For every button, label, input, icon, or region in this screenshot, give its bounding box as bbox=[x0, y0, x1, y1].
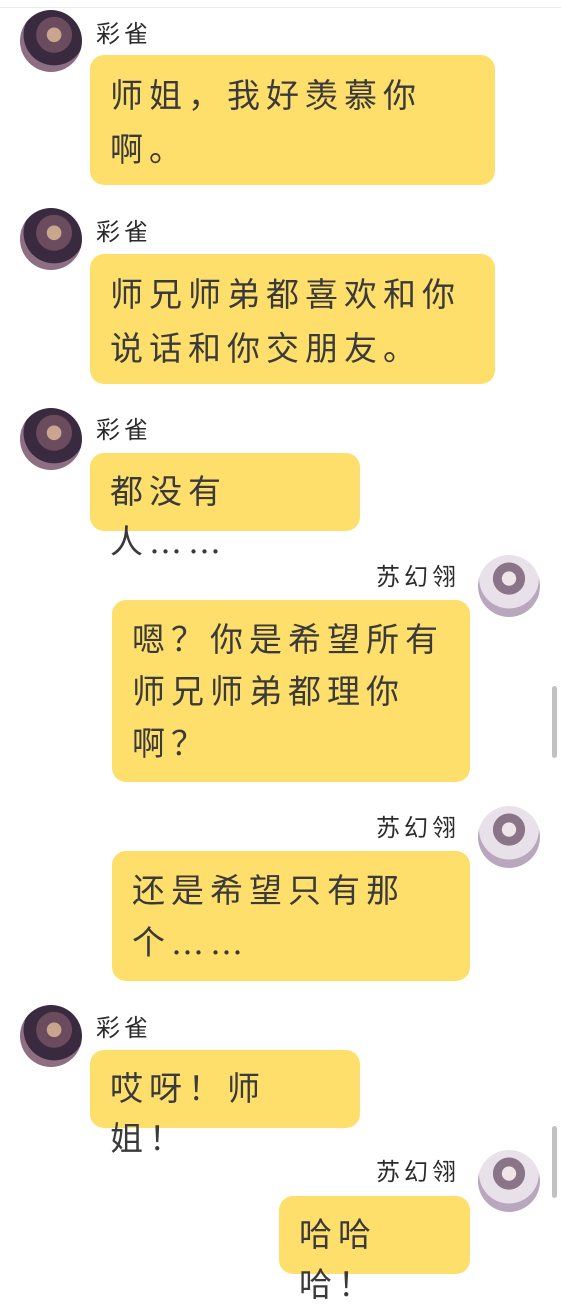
message-bubble[interactable]: 哎呀！师姐！ bbox=[90, 1050, 360, 1158]
avatar[interactable] bbox=[20, 1005, 82, 1067]
sender-name: 苏幻翎 bbox=[376, 1158, 460, 1186]
message-bubble[interactable]: 都没有人…… bbox=[90, 453, 360, 561]
avatar[interactable] bbox=[478, 806, 540, 868]
scrollbar-thumb[interactable] bbox=[552, 686, 557, 758]
avatar[interactable] bbox=[20, 408, 82, 470]
sender-name: 彩雀 bbox=[96, 20, 152, 48]
message-bubble[interactable]: 哈哈哈！ bbox=[279, 1196, 470, 1304]
sender-name: 苏幻翎 bbox=[376, 563, 460, 591]
avatar[interactable] bbox=[478, 555, 540, 617]
message-bubble[interactable]: 嗯？你是希望所有师兄师弟都理你啊？ bbox=[112, 600, 470, 782]
message-bubble[interactable]: 师姐，我好羡慕你啊。 bbox=[90, 55, 495, 185]
sender-name: 彩雀 bbox=[96, 1014, 152, 1042]
scrollbar-thumb[interactable] bbox=[552, 1126, 557, 1198]
sender-name: 彩雀 bbox=[96, 416, 152, 444]
avatar[interactable] bbox=[20, 10, 82, 72]
sender-name: 彩雀 bbox=[96, 218, 152, 246]
top-divider bbox=[0, 0, 561, 8]
message-bubble[interactable]: 师兄师弟都喜欢和你说话和你交朋友。 bbox=[90, 254, 495, 384]
avatar[interactable] bbox=[20, 208, 82, 270]
message-bubble[interactable]: 还是希望只有那个…… bbox=[112, 851, 470, 981]
avatar[interactable] bbox=[478, 1150, 540, 1212]
sender-name: 苏幻翎 bbox=[376, 814, 460, 842]
